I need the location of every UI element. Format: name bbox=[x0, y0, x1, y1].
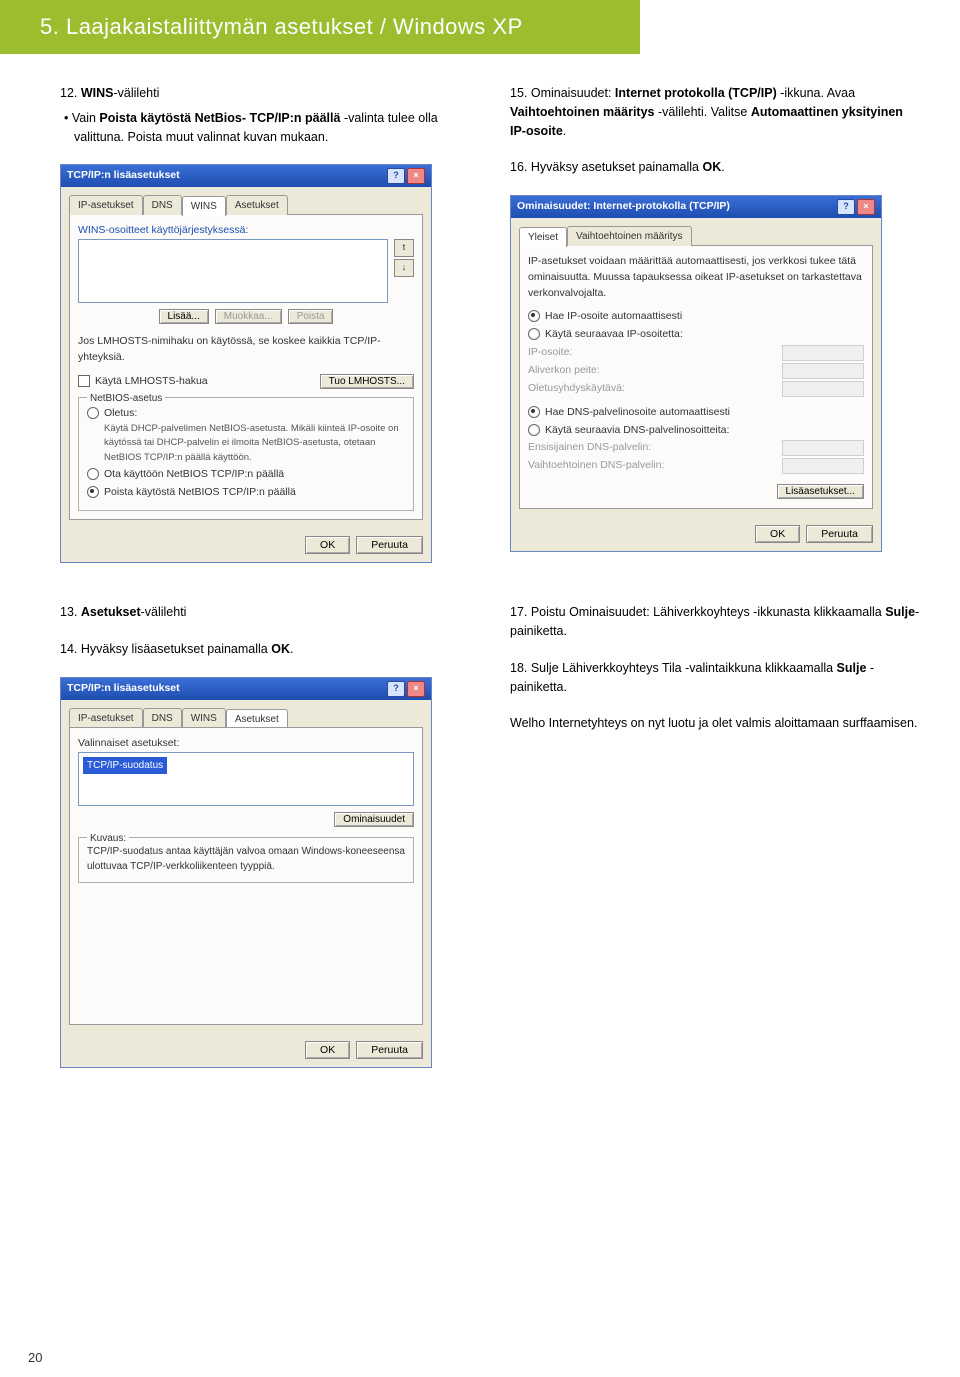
wins-label: WINS-osoitteet käyttöjärjestyksessä: bbox=[78, 223, 414, 239]
radio-ip-manual[interactable]: Käytä seuraavaa IP-osoitetta: bbox=[528, 327, 864, 343]
dialog-tcpip-properties: Ominaisuudet: Internet-protokolla (TCP/I… bbox=[510, 195, 882, 552]
left-column: 12. WINS-välilehti • Vain Poista käytöst… bbox=[60, 84, 470, 583]
step-15: 15. Ominaisuudet: Internet protokolla (T… bbox=[510, 84, 920, 140]
properties-button[interactable]: Ominaisuudet bbox=[334, 812, 414, 827]
advanced-button[interactable]: Lisäasetukset... bbox=[777, 484, 864, 499]
lmhosts-note: Jos LMHOSTS-nimihaku on käytössä, se kos… bbox=[78, 334, 414, 366]
mask-field bbox=[782, 363, 864, 379]
titlebar: Ominaisuudet: Internet-protokolla (TCP/I… bbox=[511, 196, 881, 218]
add-button[interactable]: Lisää... bbox=[159, 309, 209, 324]
desc-group-label: Kuvaus: bbox=[87, 831, 129, 846]
help-icon[interactable]: ? bbox=[837, 199, 855, 215]
titlebar: TCP/IP:n lisäasetukset ? × bbox=[61, 165, 431, 187]
ok-button[interactable]: OK bbox=[305, 536, 350, 554]
close-icon[interactable]: × bbox=[857, 199, 875, 215]
dialog-title: Ominaisuudet: Internet-protokolla (TCP/I… bbox=[517, 199, 730, 215]
selected-option[interactable]: TCP/IP-suodatus bbox=[83, 757, 167, 774]
step-14: 14. Hyväksy lisäasetukset painamalla OK. bbox=[60, 640, 470, 659]
radio-dns-manual[interactable]: Käytä seuraavia DNS-palvelinosoitteita: bbox=[528, 423, 864, 439]
dialog-title: TCP/IP:n lisäasetukset bbox=[67, 168, 180, 184]
tab-asetukset[interactable]: Asetukset bbox=[226, 709, 288, 729]
tab-dns[interactable]: DNS bbox=[143, 708, 182, 728]
final-text: Welho Internetyhteys on nyt luotu ja ole… bbox=[510, 714, 920, 733]
tab-yleiset[interactable]: Yleiset bbox=[519, 227, 567, 247]
help-icon[interactable]: ? bbox=[387, 681, 405, 697]
ok-button[interactable]: OK bbox=[305, 1041, 350, 1059]
dns2-field bbox=[782, 458, 864, 474]
cancel-button[interactable]: Peruuta bbox=[356, 536, 423, 554]
help-icon[interactable]: ? bbox=[387, 168, 405, 184]
dns1-field bbox=[782, 440, 864, 456]
tab-ip[interactable]: IP-asetukset bbox=[69, 195, 143, 215]
import-lmhosts-button[interactable]: Tuo LMHOSTS... bbox=[320, 374, 414, 389]
ok-button[interactable]: OK bbox=[755, 525, 800, 543]
step-16: 16. Hyväksy asetukset painamalla OK. bbox=[510, 158, 920, 177]
dialog-title: TCP/IP:n lisäasetukset bbox=[67, 681, 180, 697]
radio-disable-netbios[interactable]: Poista käytöstä NetBIOS TCP/IP:n päällä bbox=[87, 485, 405, 501]
description-text: TCP/IP-suodatus antaa käyttäjän valvoa o… bbox=[87, 844, 405, 874]
intro-text: IP-asetukset voidaan määrittää automaatt… bbox=[528, 254, 864, 301]
tab-ip[interactable]: IP-asetukset bbox=[69, 708, 143, 728]
right-column-lower: 17. Poistu Ominaisuudet: Lähiverkkoyhtey… bbox=[510, 603, 920, 1088]
tabs: Yleiset Vaihtoehtoinen määritys bbox=[519, 226, 873, 246]
gateway-field bbox=[782, 381, 864, 397]
lmhosts-checkbox[interactable]: Käytä LMHOSTS-hakua bbox=[78, 374, 208, 390]
page-number: 20 bbox=[28, 1350, 42, 1365]
step-13: 13. Asetukset-välilehti bbox=[60, 603, 470, 622]
tab-vaihtoehtoinen[interactable]: Vaihtoehtoinen määritys bbox=[567, 226, 692, 246]
tab-dns[interactable]: DNS bbox=[143, 195, 182, 215]
cancel-button[interactable]: Peruuta bbox=[806, 525, 873, 543]
tabs: IP-asetukset DNS WINS Asetukset bbox=[69, 195, 423, 215]
radio-default[interactable]: Oletus: Käytä DHCP-palvelimen NetBIOS-as… bbox=[87, 406, 405, 465]
tab-wins[interactable]: WINS bbox=[182, 708, 226, 728]
edit-button[interactable]: Muokkaa... bbox=[215, 309, 282, 324]
delete-button[interactable]: Poista bbox=[288, 309, 334, 324]
titlebar: TCP/IP:n lisäasetukset ? × bbox=[61, 678, 431, 700]
dialog-tcpip-wins: TCP/IP:n lisäasetukset ? × IP-asetukset … bbox=[60, 164, 432, 563]
dialog-tcpip-asetukset: TCP/IP:n lisäasetukset ? × IP-asetukset … bbox=[60, 677, 432, 1068]
netbios-group-label: NetBIOS-asetus bbox=[87, 391, 165, 406]
right-column: 15. Ominaisuudet: Internet protokolla (T… bbox=[510, 84, 920, 583]
left-column-lower: 13. Asetukset-välilehti 14. Hyväksy lisä… bbox=[60, 603, 470, 1088]
close-icon[interactable]: × bbox=[407, 681, 425, 697]
wins-listbox[interactable] bbox=[78, 239, 388, 303]
radio-ip-auto[interactable]: Hae IP-osoite automaattisesti bbox=[528, 309, 864, 325]
tabs: IP-asetukset DNS WINS Asetukset bbox=[69, 708, 423, 728]
ip-field bbox=[782, 345, 864, 361]
move-down-icon[interactable]: ↓ bbox=[394, 259, 414, 277]
radio-dns-auto[interactable]: Hae DNS-palvelinosoite automaattisesti bbox=[528, 405, 864, 421]
tab-wins[interactable]: WINS bbox=[182, 196, 226, 216]
step-18: 18. Sulje Lähiverkkoyhteys Tila -valinta… bbox=[510, 659, 920, 697]
optional-label: Valinnaiset asetukset: bbox=[78, 736, 414, 752]
step-12: 12. WINS-välilehti • Vain Poista käytöst… bbox=[60, 84, 470, 146]
options-listbox[interactable]: TCP/IP-suodatus bbox=[78, 752, 414, 806]
move-up-icon[interactable]: t bbox=[394, 239, 414, 257]
close-icon[interactable]: × bbox=[407, 168, 425, 184]
cancel-button[interactable]: Peruuta bbox=[356, 1041, 423, 1059]
tab-asetukset[interactable]: Asetukset bbox=[226, 195, 288, 215]
section-header: 5. Laajakaistaliittymän asetukset / Wind… bbox=[0, 0, 640, 54]
step-17: 17. Poistu Ominaisuudet: Lähiverkkoyhtey… bbox=[510, 603, 920, 641]
radio-enable-netbios[interactable]: Ota käyttöön NetBIOS TCP/IP:n päällä bbox=[87, 467, 405, 483]
